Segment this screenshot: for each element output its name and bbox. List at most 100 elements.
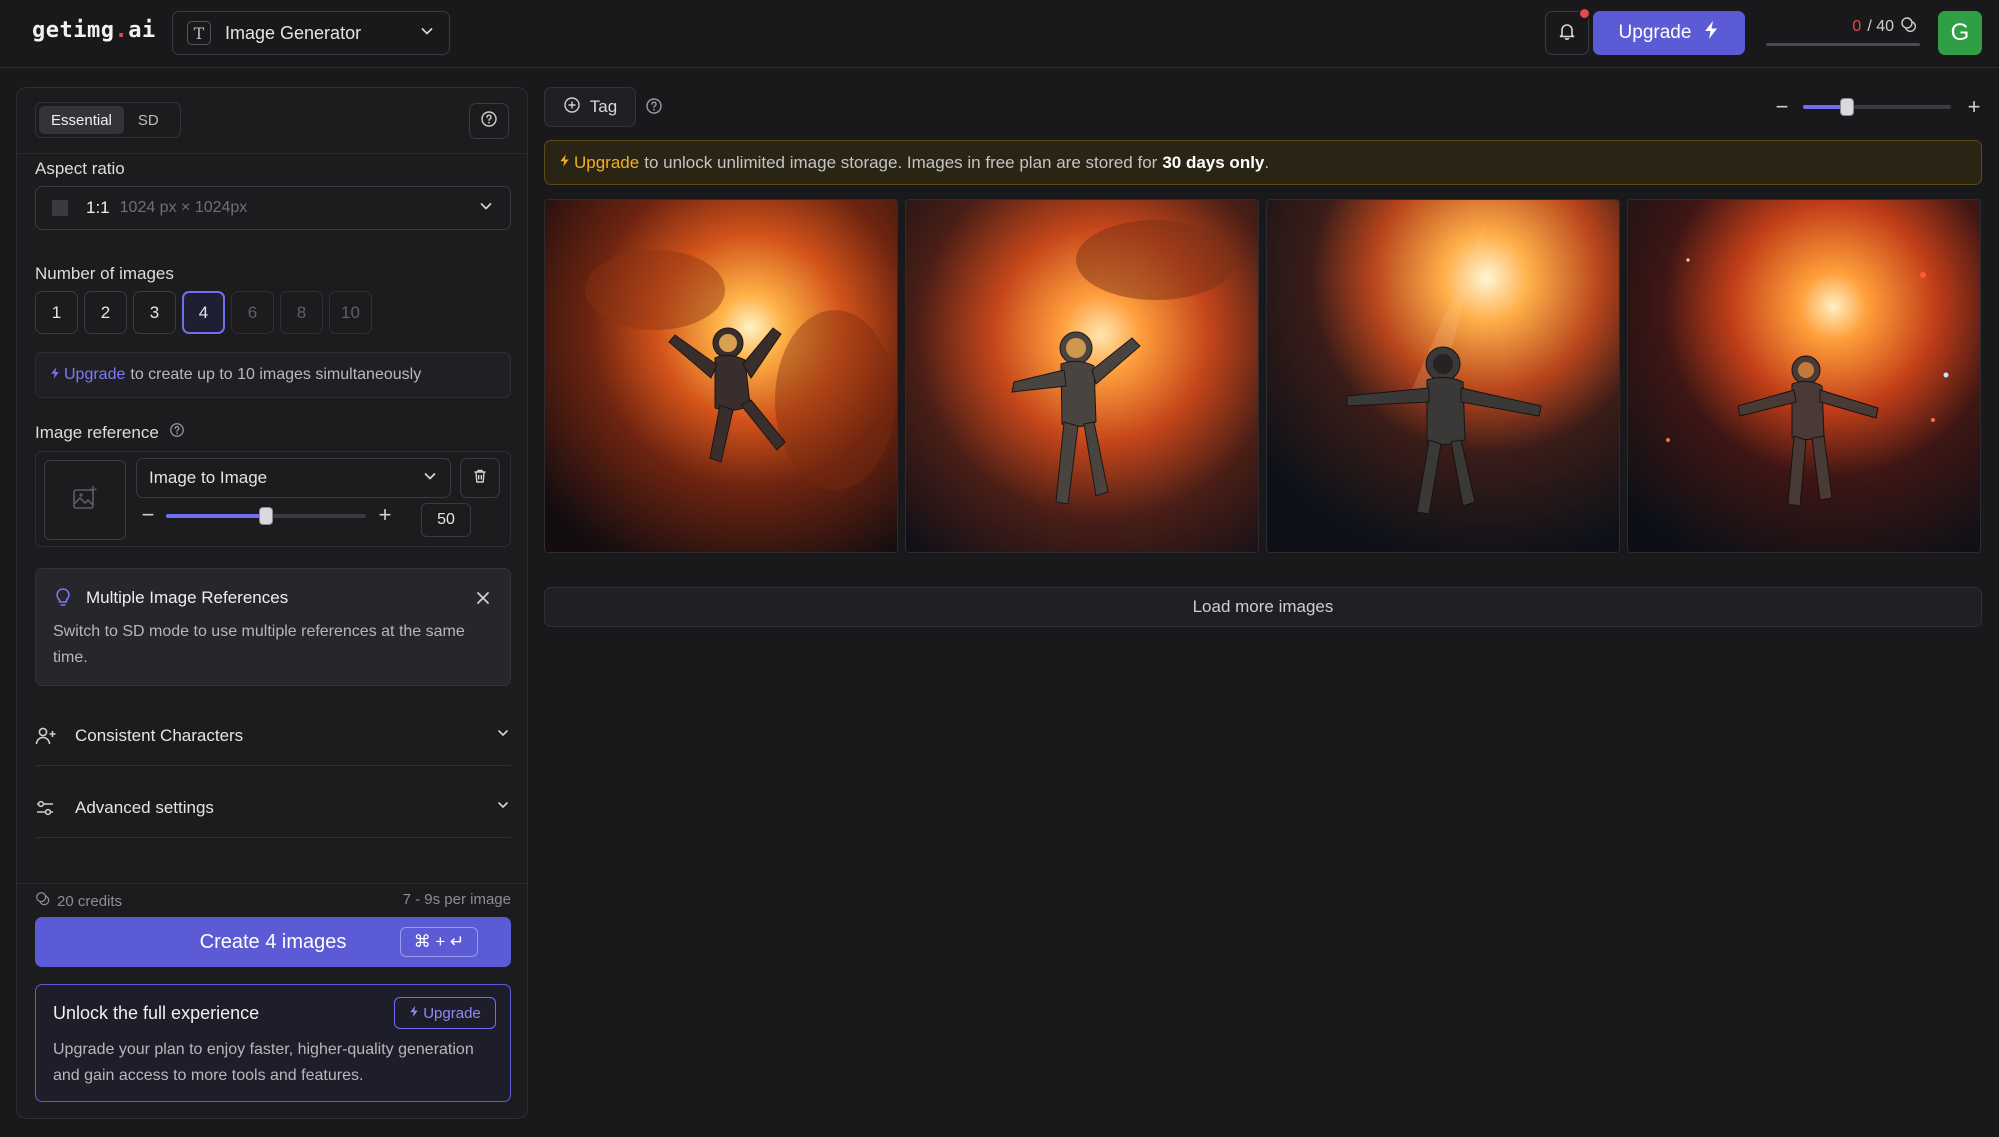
delete-reference-button[interactable] <box>460 458 500 498</box>
chevron-down-icon <box>495 797 511 818</box>
tag-label: Tag <box>589 97 618 116</box>
consistent-characters-accordion[interactable]: Consistent Characters <box>35 706 511 766</box>
image-reference-box: Image to Image − + 50 <box>35 451 511 547</box>
zoom-in-button[interactable]: + <box>1963 93 1985 121</box>
strength-decrease-button[interactable]: − <box>137 504 159 526</box>
help-circle-icon[interactable] <box>169 422 185 443</box>
divider <box>17 153 527 154</box>
advanced-settings-accordion[interactable]: Advanced settings <box>35 778 511 838</box>
accordion-label: Advanced settings <box>75 797 214 817</box>
num-option[interactable]: 3 <box>133 291 176 334</box>
num-option-disabled: 6 <box>231 291 274 334</box>
create-button-label: Create 4 images <box>199 930 347 953</box>
accordion-label: Consistent Characters <box>75 725 244 745</box>
image-plus-icon <box>72 485 98 516</box>
unlock-upgrade-button[interactable]: Upgrade <box>394 997 496 1029</box>
banner-text: to unlock unlimited image storage. Image… <box>644 152 1158 172</box>
num-option-selected[interactable]: 4 <box>182 291 225 334</box>
tool-select-label: Image Generator <box>225 22 362 43</box>
help-circle-icon[interactable] <box>645 97 663 120</box>
storage-upgrade-banner: Upgrade to unlock unlimited image storag… <box>544 140 1982 185</box>
upgrade-notice-text: to create up to 10 images simultaneously <box>130 366 422 383</box>
num-option[interactable]: 2 <box>84 291 127 334</box>
tab-sd[interactable]: SD <box>126 106 171 134</box>
lightbulb-icon <box>54 587 72 614</box>
tip-text: Switch to SD mode to use multiple refere… <box>53 623 465 666</box>
num-option-disabled: 10 <box>329 291 372 334</box>
user-avatar[interactable]: G <box>1938 11 1982 55</box>
strength-increase-button[interactable]: + <box>374 504 396 526</box>
help-button[interactable] <box>469 103 509 139</box>
upgrade-link[interactable]: Upgrade <box>64 366 125 384</box>
lightning-icon <box>559 153 570 173</box>
help-circle-icon <box>480 110 498 133</box>
credits-counter: 0 / 40 <box>1766 16 1918 38</box>
upgrade-button[interactable]: Upgrade <box>1593 11 1745 55</box>
settings-panel: Essential SD Aspect ratio 1:1 1024 px × … <box>16 87 528 1119</box>
num-option[interactable]: 1 <box>35 291 78 334</box>
lightning-icon <box>409 1005 419 1022</box>
lightning-icon <box>1703 20 1719 46</box>
aspect-ratio-select[interactable]: 1:1 1024 px × 1024px <box>35 186 511 230</box>
aspect-square-icon <box>52 200 68 216</box>
zoom-out-button[interactable]: − <box>1773 93 1791 121</box>
sliders-icon <box>35 799 59 817</box>
coins-icon <box>35 891 51 911</box>
chevron-down-icon <box>478 198 494 219</box>
image-reference-header: Image reference <box>35 422 185 443</box>
reference-type-select[interactable]: Image to Image <box>136 458 451 498</box>
divider <box>17 883 527 884</box>
multiple-references-tip: Multiple Image References Switch to SD m… <box>35 568 511 686</box>
generated-image[interactable] <box>544 199 898 553</box>
load-more-button[interactable]: Load more images <box>544 587 1982 627</box>
credits-used: 0 <box>1852 18 1862 35</box>
close-icon[interactable] <box>472 587 494 609</box>
tab-essential[interactable]: Essential <box>39 106 124 134</box>
tool-select-dropdown[interactable]: T Image Generator <box>172 11 450 55</box>
tag-button[interactable]: Tag <box>544 87 636 127</box>
logo[interactable]: getimg.ai <box>32 18 156 43</box>
banner-upgrade-link[interactable]: Upgrade <box>574 153 639 173</box>
number-of-images-options: 1 2 3 4 6 8 10 <box>35 291 372 334</box>
aspect-ratio-label: Aspect ratio <box>35 159 125 178</box>
keyboard-shortcut-badge: ⌘ + ↵ <box>400 927 478 957</box>
credits-progress-bar <box>1766 43 1920 46</box>
bell-icon <box>1557 21 1577 46</box>
trash-icon <box>472 468 488 489</box>
strength-slider-handle[interactable] <box>259 507 273 525</box>
coins-icon <box>1900 16 1918 39</box>
zoom-slider-handle[interactable] <box>1840 98 1855 116</box>
chevron-down-icon <box>422 468 438 489</box>
generated-image[interactable] <box>1266 199 1620 553</box>
num-option-disabled: 8 <box>280 291 323 334</box>
generated-image[interactable] <box>1627 199 1981 553</box>
reference-type-label: Image to Image <box>149 468 268 487</box>
aspect-dimensions: 1024 px × 1024px <box>119 199 248 216</box>
unlock-full-experience-card: Unlock the full experience Upgrade Upgra… <box>35 984 511 1102</box>
strength-input[interactable]: 50 <box>421 503 471 537</box>
user-plus-icon <box>35 726 59 746</box>
notification-badge <box>1578 7 1591 20</box>
banner-bold-text: 30 days only <box>1162 152 1265 172</box>
lightning-icon <box>50 366 60 385</box>
generation-time: 7 - 9s per image <box>402 891 511 908</box>
unlock-upgrade-label: Upgrade <box>423 1004 481 1022</box>
unlock-title: Unlock the full experience <box>53 1003 260 1023</box>
number-of-images-label: Number of images <box>35 264 174 283</box>
credits-cost-text: 20 credits <box>57 892 123 910</box>
mode-tabs: Essential SD <box>35 102 181 138</box>
num-images-upgrade-notice: Upgrade to create up to 10 images simult… <box>35 352 511 398</box>
chevron-down-icon <box>419 23 435 44</box>
aspect-ratio-value: 1:1 <box>86 198 110 217</box>
credits-total: / 40 <box>1867 18 1894 35</box>
image-reference-label: Image reference <box>35 422 159 442</box>
reference-upload-slot[interactable] <box>44 460 126 540</box>
tip-title: Multiple Image References <box>86 588 289 607</box>
banner-end: . <box>1264 152 1270 172</box>
text-tool-icon: T <box>187 21 211 45</box>
unlock-text: Upgrade your plan to enjoy faster, highe… <box>53 1041 474 1084</box>
credits-cost: 20 credits <box>35 891 122 911</box>
strength-slider-fill <box>166 514 266 518</box>
chevron-down-icon <box>495 725 511 746</box>
generated-image[interactable] <box>905 199 1259 553</box>
